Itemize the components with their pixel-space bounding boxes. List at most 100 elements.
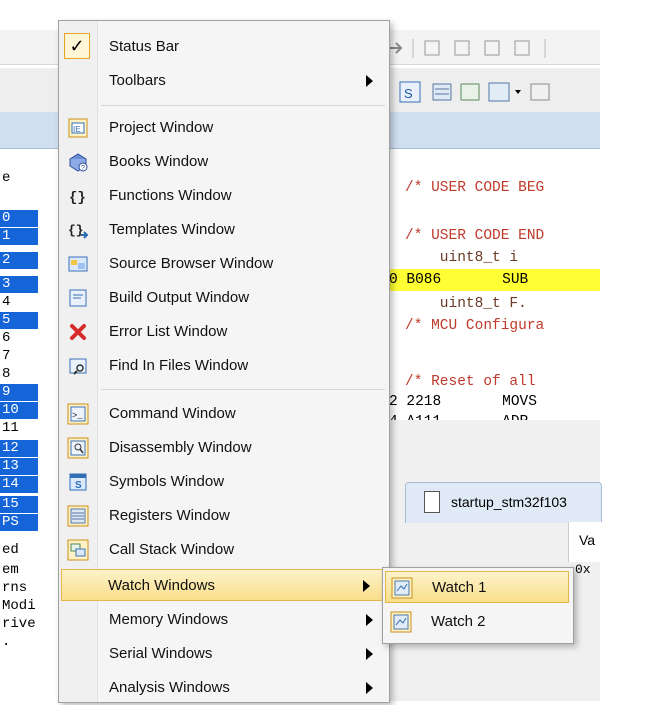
menu-item-label: Find In Files Window <box>109 357 249 374</box>
menu-separator <box>101 105 385 106</box>
line-number: 5 <box>0 312 38 329</box>
submenu-arrow-icon <box>366 75 373 87</box>
toolbar-window-buttons[interactable]: S <box>395 78 595 106</box>
find-in-files-icon <box>69 358 87 375</box>
menu-item-error-list-window[interactable]: Error List Window <box>59 315 389 349</box>
value-cell: 0x <box>575 562 591 577</box>
menu-item-project-window[interactable]: IE Project Window <box>59 111 389 145</box>
line-number: 2 <box>0 252 38 269</box>
svg-text:>_: >_ <box>72 411 83 421</box>
menu-item-command-window[interactable]: >_ Command Window <box>59 397 389 431</box>
menu-item-find-in-files-window[interactable]: Find In Files Window <box>59 349 389 383</box>
line-number-gutter: e 0 1 2 3 4 5 6 7 8 9 10 11 12 13 14 15 … <box>0 150 40 701</box>
tab-startup-file[interactable]: startup_stm32f103 <box>405 482 602 523</box>
code-line: /* USER CODE BEG <box>405 180 545 196</box>
menu-item-label: Source Browser Window <box>109 255 274 272</box>
menu-item-toolbars[interactable]: Toolbars <box>59 64 389 98</box>
svg-text:S: S <box>75 480 82 491</box>
menu-item-memory-windows[interactable]: Memory Windows <box>59 603 389 637</box>
menu-item-label: Project Window <box>109 119 214 136</box>
menu-item-label: Status Bar <box>109 38 180 55</box>
project-window-icon: IE <box>68 118 88 138</box>
line-number: rns <box>2 580 28 596</box>
menu-item-serial-windows[interactable]: Serial Windows <box>59 637 389 671</box>
menu-item-label: Serial Windows <box>109 645 213 662</box>
submenu-arrow-icon <box>366 648 373 660</box>
disassembly-window-icon <box>67 437 89 459</box>
menu-item-disassembly-window[interactable]: Disassembly Window <box>59 431 389 465</box>
menu-item-status-bar[interactable]: ✓ Status Bar <box>59 30 389 64</box>
menu-item-label: Analysis Windows <box>109 679 230 696</box>
code-line: uint8_t i <box>405 250 519 266</box>
line-number: 8 <box>2 366 11 382</box>
column-header[interactable]: Va <box>568 522 609 562</box>
svg-text:?: ? <box>81 165 85 172</box>
source-browser-icon <box>68 256 88 272</box>
line-number: 13 <box>0 458 38 475</box>
checkmark-icon: ✓ <box>64 33 90 59</box>
menu-item-registers-window[interactable]: Registers Window <box>59 499 389 533</box>
menu-item-functions-window[interactable]: {} Functions Window <box>59 179 389 213</box>
code-line: /* USER CODE END <box>405 228 545 244</box>
svg-text:S: S <box>404 86 413 101</box>
menu-item-watch-windows[interactable]: Watch Windows <box>61 569 385 601</box>
line-number: rive <box>2 616 36 632</box>
symbols-window-icon: S <box>69 473 87 491</box>
menu-item-build-output-window[interactable]: Build Output Window <box>59 281 389 315</box>
menu-item-label: Symbols Window <box>109 473 225 490</box>
code-editor[interactable]: /* USER CODE BEG /* USER CODE END uint8_… <box>385 150 600 430</box>
menu-item-symbols-window[interactable]: S Symbols Window <box>59 465 389 499</box>
line-number: 4 <box>2 294 11 310</box>
call-stack-icon <box>67 539 89 561</box>
menu-item-label: Call Stack Window <box>109 541 235 558</box>
submenu-item-watch-2[interactable]: Watch 2 <box>383 606 573 640</box>
menu-item-books-window[interactable]: ? Books Window <box>59 145 389 179</box>
menu-item-source-browser-window[interactable]: Source Browser Window <box>59 247 389 281</box>
menu-item-analysis-windows[interactable]: Analysis Windows <box>59 671 389 705</box>
line-number: 6 <box>2 330 11 346</box>
menu-item-label: Build Output Window <box>109 289 250 306</box>
menu-item-label: Memory Windows <box>109 611 229 628</box>
column-header-label: Va <box>579 532 596 548</box>
tab-label: startup_stm32f103 <box>451 494 567 510</box>
menu-item-label: Command Window <box>109 405 236 422</box>
line-number: Modi <box>2 598 36 614</box>
menu-item-label: Disassembly Window <box>109 439 252 456</box>
svg-text:{}: {} <box>69 190 86 206</box>
line-number: 9 <box>0 384 38 401</box>
line-number: ed <box>2 542 19 558</box>
line-number: . <box>2 634 11 650</box>
watch-window-icon <box>390 611 412 633</box>
line-number: 11 <box>2 420 19 436</box>
code-line: /* Reset of all <box>405 374 536 390</box>
error-list-icon <box>70 324 86 340</box>
code-line: uint8_t F. <box>405 296 527 312</box>
line-number: PS <box>0 514 38 531</box>
submenu-arrow-icon <box>363 580 370 592</box>
menu-item-call-stack-window[interactable]: Call Stack Window <box>59 533 389 567</box>
submenu-arrow-icon <box>366 682 373 694</box>
line-number: em <box>2 562 19 578</box>
code-line: 0 B086 SUB <box>389 272 529 288</box>
menu-item-label: Templates Window <box>109 221 235 238</box>
code-line: /* MCU Configura <box>405 318 545 334</box>
menu-item-label: Error List Window <box>109 323 228 340</box>
functions-braces-icon: {} <box>69 190 86 206</box>
registers-window-icon <box>67 505 89 527</box>
build-output-icon <box>69 289 87 307</box>
line-number: e <box>2 170 11 186</box>
line-number: 1 <box>0 228 38 245</box>
menu-item-label: Toolbars <box>109 72 166 89</box>
books-window-icon: ? <box>69 153 88 172</box>
watch-windows-submenu: Watch 1 Watch 2 <box>382 567 574 644</box>
submenu-item-watch-1[interactable]: Watch 1 <box>385 571 569 603</box>
line-number: 10 <box>0 402 38 419</box>
line-number: 14 <box>0 476 38 493</box>
watch-window-icon <box>391 577 413 599</box>
line-number: 12 <box>0 440 38 457</box>
menu-item-templates-window[interactable]: {} Templates Window <box>59 213 389 247</box>
menu-item-label: Watch Windows <box>108 577 215 594</box>
toolbar-buttons[interactable] <box>385 36 595 60</box>
line-number: 7 <box>2 348 11 364</box>
templates-window-icon: {} <box>68 223 89 239</box>
